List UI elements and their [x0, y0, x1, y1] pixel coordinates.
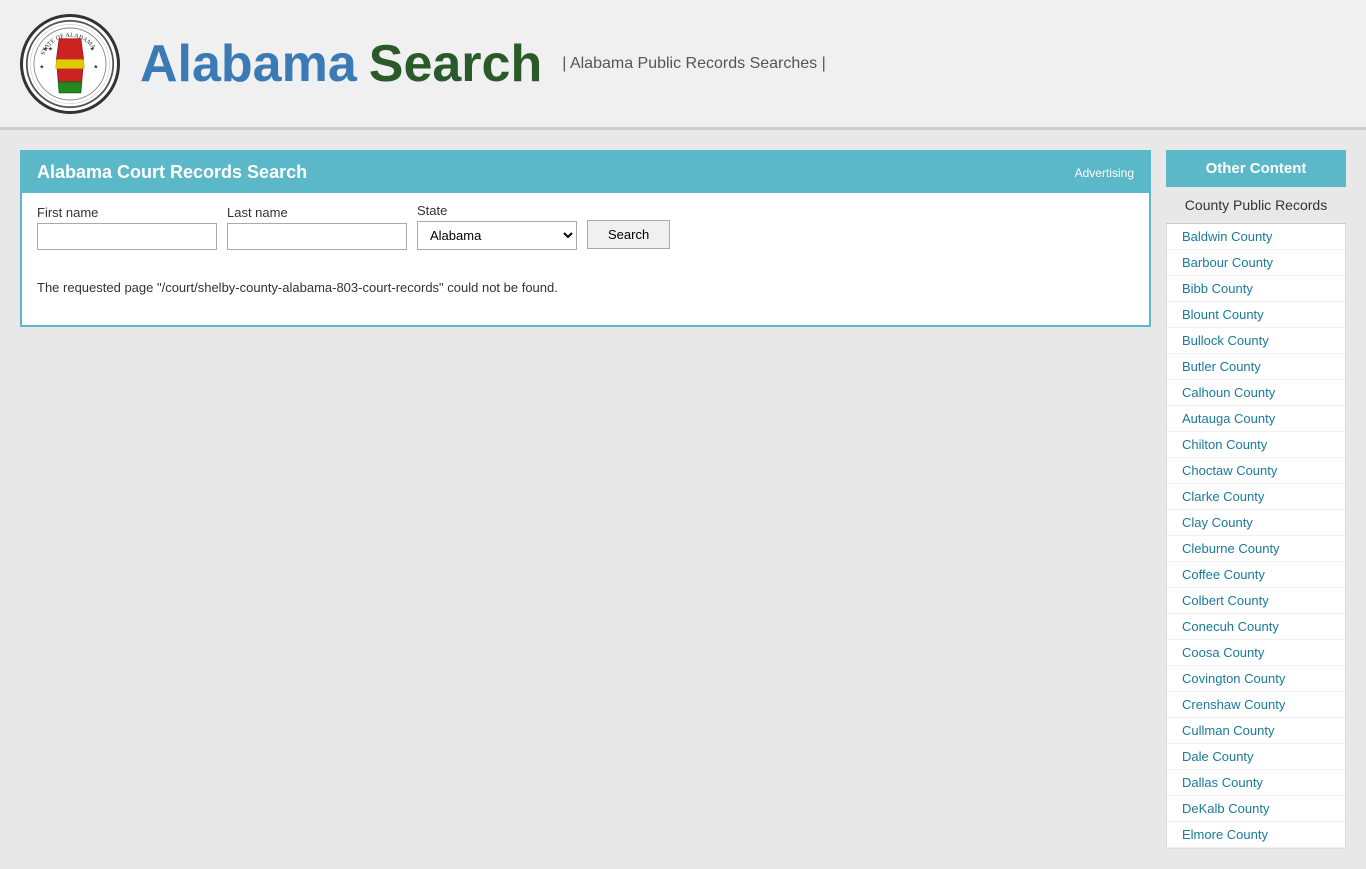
sidebar: Other Content County Public Records Bald…: [1166, 150, 1346, 849]
county-link[interactable]: DeKalb County: [1167, 796, 1345, 822]
first-name-label: First name: [37, 205, 217, 220]
state-group: State AlabamaAlaskaArizonaArkansasCalifo…: [417, 203, 577, 250]
search-panel-header: Alabama Court Records Search Advertising: [22, 152, 1149, 193]
svg-text:★★: ★★: [43, 46, 53, 52]
county-link[interactable]: Blount County: [1167, 302, 1345, 328]
search-panel-title: Alabama Court Records Search: [37, 162, 307, 183]
search-form: First name Last name State AlabamaAlaska…: [22, 193, 1149, 265]
other-content-header: Other Content: [1166, 150, 1346, 187]
last-name-group: Last name: [227, 205, 407, 250]
county-link[interactable]: Coosa County: [1167, 640, 1345, 666]
county-link[interactable]: Clarke County: [1167, 484, 1345, 510]
last-name-input[interactable]: [227, 223, 407, 250]
title-alabama: Alabama: [140, 34, 357, 94]
county-link[interactable]: Clay County: [1167, 510, 1345, 536]
first-name-input[interactable]: [37, 223, 217, 250]
county-link[interactable]: Covington County: [1167, 666, 1345, 692]
county-link[interactable]: Bullock County: [1167, 328, 1345, 354]
county-link[interactable]: Dallas County: [1167, 770, 1345, 796]
county-link[interactable]: Colbert County: [1167, 588, 1345, 614]
advertising-label: Advertising: [1075, 166, 1134, 180]
county-public-records-header: County Public Records: [1166, 187, 1346, 224]
county-link[interactable]: Dale County: [1167, 744, 1345, 770]
county-link[interactable]: Autauga County: [1167, 406, 1345, 432]
main-container: Alabama Court Records Search Advertising…: [0, 130, 1366, 869]
error-message: The requested page "/court/shelby-county…: [22, 265, 1149, 325]
county-link[interactable]: Conecuh County: [1167, 614, 1345, 640]
county-link[interactable]: Butler County: [1167, 354, 1345, 380]
county-link[interactable]: Cullman County: [1167, 718, 1345, 744]
county-link[interactable]: Elmore County: [1167, 822, 1345, 848]
title-subtitle: | Alabama Public Records Searches |: [562, 55, 826, 73]
county-link[interactable]: Choctaw County: [1167, 458, 1345, 484]
county-link[interactable]: Calhoun County: [1167, 380, 1345, 406]
county-link[interactable]: Bibb County: [1167, 276, 1345, 302]
svg-text:★: ★: [93, 64, 98, 70]
county-link[interactable]: Barbour County: [1167, 250, 1345, 276]
county-list: Baldwin CountyBarbour CountyBibb CountyB…: [1166, 224, 1346, 849]
search-panel: Alabama Court Records Search Advertising…: [20, 150, 1151, 327]
svg-text:★: ★: [90, 46, 95, 52]
first-name-group: First name: [37, 205, 217, 250]
svg-text:★: ★: [39, 64, 44, 70]
title-search: Search: [369, 34, 542, 94]
site-title-group: Alabama Search | Alabama Public Records …: [140, 34, 826, 94]
site-header: STATE OF ALABAMA ★★ ★ ★ ★ Alabama Search…: [0, 0, 1366, 130]
site-logo: STATE OF ALABAMA ★★ ★ ★ ★: [20, 14, 120, 114]
last-name-label: Last name: [227, 205, 407, 220]
state-select[interactable]: AlabamaAlaskaArizonaArkansasCaliforniaCo…: [417, 221, 577, 250]
search-button[interactable]: Search: [587, 220, 670, 249]
county-link[interactable]: Crenshaw County: [1167, 692, 1345, 718]
state-label: State: [417, 203, 577, 218]
county-link[interactable]: Baldwin County: [1167, 224, 1345, 250]
county-link[interactable]: Chilton County: [1167, 432, 1345, 458]
county-link[interactable]: Cleburne County: [1167, 536, 1345, 562]
county-link[interactable]: Coffee County: [1167, 562, 1345, 588]
form-fields: First name Last name State AlabamaAlaska…: [37, 203, 1134, 250]
